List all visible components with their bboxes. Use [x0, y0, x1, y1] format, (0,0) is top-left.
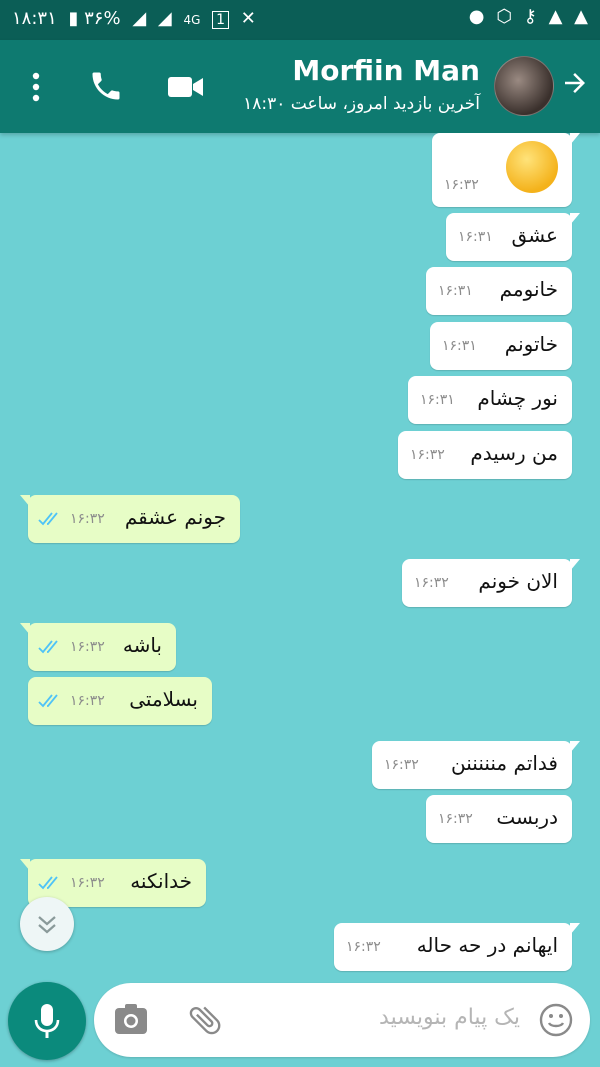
read-ticks-icon: [38, 876, 58, 890]
message-bubble-outgoing[interactable]: باشه ۱۶:۳۲: [20, 623, 176, 671]
arrow-right-icon: [565, 73, 585, 93]
video-call-button[interactable]: [166, 72, 206, 102]
message-time: ۱۶:۳۲: [346, 939, 381, 955]
message-time: ۱۶:۳۱: [438, 283, 473, 299]
message-time: ۱۶:۳۲: [384, 757, 419, 773]
status-bar-left: ۱۸:۳۱ ▮ ۳۶% ◢ ◢ 4G 1 ✕: [12, 8, 256, 29]
status-bar: ۱۸:۳۱ ▮ ۳۶% ◢ ◢ 4G 1 ✕ ● ⬡ ⚷ ▲ ▲: [0, 0, 600, 40]
notification-icon: ●: [468, 6, 485, 27]
message-text: فداتم منننننن: [451, 751, 558, 775]
message-bubble-incoming[interactable]: خانومم ۱۶:۳۱: [426, 267, 572, 315]
last-seen-status: آخرین بازدید امروز، ساعت ۱۸:۳۰: [243, 94, 480, 114]
vpn-icon: ⬡: [496, 6, 512, 27]
warning-icon: ▲: [548, 6, 563, 27]
record-voice-button[interactable]: [8, 982, 86, 1060]
message-composer: یک پیام بنویسید: [94, 983, 590, 1057]
read-ticks-icon: [38, 512, 58, 526]
message-bubble-incoming[interactable]: دربست ۱۶:۳۲: [426, 795, 572, 843]
message-text: بسلامتی: [129, 687, 198, 711]
message-text: جونم عشقم: [124, 505, 226, 529]
contact-name[interactable]: Morfiin Man: [292, 54, 480, 87]
message-time: ۱۶:۳۲: [438, 811, 473, 827]
phone-icon: [92, 72, 120, 100]
message-bubble-outgoing[interactable]: جونم عشقم ۱۶:۳۲: [20, 495, 240, 543]
message-text: من رسیدم: [470, 441, 558, 465]
message-text: ایهانم در حه حاله: [416, 933, 558, 957]
message-time: ۱۶:۳۲: [444, 177, 479, 193]
message-bubble-incoming[interactable]: نور چشام ۱۶:۳۱: [408, 376, 572, 424]
status-bar-right: ● ⬡ ⚷ ▲ ▲: [463, 6, 588, 27]
message-time: ۱۶:۳۲: [414, 575, 449, 591]
emoji-button[interactable]: [538, 1002, 574, 1038]
double-chevron-down-icon: [38, 916, 56, 934]
battery-icon: ▮: [68, 8, 79, 29]
message-time: ۱۶:۳۲: [410, 447, 445, 463]
message-bubble-incoming[interactable]: الان خونم ۱۶:۳۲: [402, 559, 580, 607]
message-time: ۱۶:۳۲: [70, 511, 105, 527]
message-text: عشق: [511, 223, 558, 247]
voice-call-button[interactable]: [88, 68, 124, 104]
chat-header: Morfiin Man آخرین بازدید امروز، ساعت ۱۸:…: [0, 40, 600, 133]
camera-icon: [115, 1004, 147, 1034]
sim-indicator: 1: [212, 11, 230, 29]
message-time: ۱۶:۳۱: [458, 229, 493, 245]
contact-avatar[interactable]: [494, 56, 554, 116]
message-bubble-incoming[interactable]: فداتم منننننن ۱۶:۳۲: [372, 741, 580, 789]
kiss-emoji-icon: [506, 141, 558, 193]
signal-icon: ◢: [132, 8, 147, 29]
scroll-to-bottom-button[interactable]: [20, 897, 74, 951]
message-text: الان خونم: [478, 569, 558, 593]
message-time: ۱۶:۳۱: [442, 338, 477, 354]
camera-button[interactable]: [114, 1003, 148, 1037]
message-time: ۱۶:۳۲: [70, 639, 105, 655]
message-bubble-outgoing[interactable]: بسلامتی ۱۶:۳۲: [28, 677, 212, 725]
message-text: خاتونم: [504, 332, 558, 356]
clock: ۱۸:۳۱: [12, 8, 57, 29]
read-ticks-icon: [38, 694, 58, 708]
microphone-icon: [34, 1004, 60, 1038]
attach-button[interactable]: [186, 1001, 224, 1039]
message-list[interactable]: ۱۶:۳۲ عشق ۱۶:۳۱ خانومم ۱۶:۳۱ خاتونم ۱۶:۳…: [0, 133, 600, 980]
message-time: ۱۶:۳۱: [420, 392, 455, 408]
message-bubble-incoming[interactable]: ۱۶:۳۲: [432, 133, 580, 207]
message-text: باشه: [122, 633, 162, 657]
message-bubble-incoming[interactable]: من رسیدم ۱۶:۳۲: [398, 431, 572, 479]
message-text: نور چشام: [477, 386, 558, 410]
key-icon: ⚷: [523, 6, 537, 27]
message-text: دربست: [496, 805, 558, 829]
more-options-button[interactable]: [26, 70, 46, 104]
message-text: خدانکنه: [130, 869, 192, 893]
more-vertical-icon: [32, 72, 40, 102]
smiley-icon: [539, 1003, 573, 1037]
message-input[interactable]: یک پیام بنویسید: [379, 1005, 520, 1030]
battery-percent: ۳۶%: [84, 8, 121, 29]
video-camera-icon: [168, 77, 203, 97]
back-arrow-icon[interactable]: [560, 68, 590, 105]
paperclip-icon: [189, 1006, 221, 1035]
message-bubble-incoming[interactable]: خاتونم ۱۶:۳۱: [430, 322, 572, 370]
network-type: 4G: [183, 13, 201, 27]
mute-icon: ✕: [240, 8, 256, 29]
message-bubble-incoming[interactable]: ایهانم در حه حاله ۱۶:۳۲: [334, 923, 580, 971]
message-bubble-incoming[interactable]: عشق ۱۶:۳۱: [446, 213, 580, 261]
read-ticks-icon: [38, 640, 58, 654]
warning-2-icon: ▲: [574, 6, 588, 27]
message-text: خانومم: [499, 277, 558, 301]
message-time: ۱۶:۳۲: [70, 693, 105, 709]
message-time: ۱۶:۳۲: [70, 875, 105, 891]
signal-2-icon: ◢: [157, 8, 172, 29]
